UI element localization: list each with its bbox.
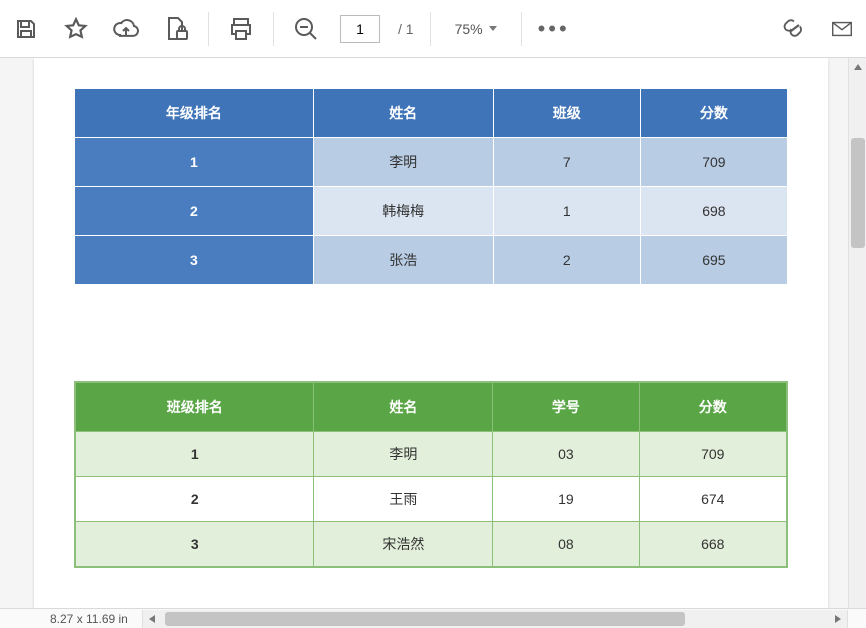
table-row: 3 宋浩然 08 668 (75, 522, 787, 568)
page-lock-icon[interactable] (160, 13, 192, 45)
vertical-scrollbar[interactable] (848, 58, 866, 608)
table-header: 姓名 (314, 382, 493, 432)
cell-name: 韩梅梅 (313, 187, 493, 236)
table-header: 姓名 (313, 89, 493, 138)
chevron-down-icon (489, 26, 497, 31)
toolbar-separator (521, 12, 522, 46)
table-header: 学号 (493, 382, 639, 432)
cell-rank: 1 (75, 432, 314, 477)
cell-name: 宋浩然 (314, 522, 493, 568)
cloud-upload-icon[interactable] (110, 13, 142, 45)
star-icon[interactable] (60, 13, 92, 45)
table-header: 班级 (493, 89, 640, 138)
page-dimensions-label: 8.27 x 11.69 in (50, 612, 128, 626)
scroll-right-button[interactable] (829, 610, 847, 628)
cell-score: 709 (639, 432, 787, 477)
horizontal-scroll-thumb[interactable] (165, 612, 685, 626)
cell-rank: 2 (75, 477, 314, 522)
horizontal-scrollbar[interactable] (142, 610, 848, 628)
page-total-label: / 1 (398, 21, 414, 37)
cell-score: 698 (640, 187, 787, 236)
table-header: 班级排名 (75, 382, 314, 432)
page-number-input[interactable] (340, 15, 380, 43)
table-row: 1 李明 7 709 (75, 138, 788, 187)
print-icon[interactable] (225, 13, 257, 45)
pdf-page: 年级排名 姓名 班级 分数 1 李明 7 709 2 韩梅梅 1 698 (34, 58, 828, 608)
table-row: 2 王雨 19 674 (75, 477, 787, 522)
scroll-left-button[interactable] (143, 610, 161, 628)
cell-score: 668 (639, 522, 787, 568)
cell-id: 03 (493, 432, 639, 477)
class-ranking-table: 班级排名 姓名 学号 分数 1 李明 03 709 2 王雨 19 674 (74, 381, 788, 568)
scroll-up-button[interactable] (849, 58, 866, 76)
cell-class: 7 (493, 138, 640, 187)
cell-name: 王雨 (314, 477, 493, 522)
table-header: 分数 (639, 382, 787, 432)
zoom-select[interactable]: 75% (447, 17, 505, 41)
cell-class: 2 (493, 236, 640, 285)
more-options-button[interactable]: ••• (538, 16, 570, 42)
table-header: 分数 (640, 89, 787, 138)
pdf-toolbar: / 1 75% ••• (0, 0, 866, 58)
cell-class: 1 (493, 187, 640, 236)
vertical-scroll-thumb[interactable] (851, 138, 865, 248)
cell-id: 08 (493, 522, 639, 568)
table-row: 2 韩梅梅 1 698 (75, 187, 788, 236)
status-bar: 8.27 x 11.69 in (0, 608, 866, 628)
table-header: 年级排名 (75, 89, 314, 138)
cell-score: 695 (640, 236, 787, 285)
cell-name: 李明 (313, 138, 493, 187)
toolbar-separator (273, 12, 274, 46)
cell-rank: 2 (75, 187, 314, 236)
mail-icon[interactable] (832, 13, 852, 45)
cell-rank: 1 (75, 138, 314, 187)
link-icon[interactable] (778, 13, 810, 45)
toolbar-separator (430, 12, 431, 46)
cell-rank: 3 (75, 236, 314, 285)
cell-rank: 3 (75, 522, 314, 568)
table-row: 3 张浩 2 695 (75, 236, 788, 285)
cell-name: 张浩 (313, 236, 493, 285)
grade-ranking-table: 年级排名 姓名 班级 分数 1 李明 7 709 2 韩梅梅 1 698 (74, 88, 788, 285)
zoom-out-icon[interactable] (290, 13, 322, 45)
save-icon[interactable] (10, 13, 42, 45)
cell-score: 709 (640, 138, 787, 187)
table-row: 1 李明 03 709 (75, 432, 787, 477)
cell-name: 李明 (314, 432, 493, 477)
cell-score: 674 (639, 477, 787, 522)
toolbar-separator (208, 12, 209, 46)
zoom-value-label: 75% (455, 21, 483, 37)
cell-id: 19 (493, 477, 639, 522)
document-viewport: 年级排名 姓名 班级 分数 1 李明 7 709 2 韩梅梅 1 698 (0, 58, 866, 608)
